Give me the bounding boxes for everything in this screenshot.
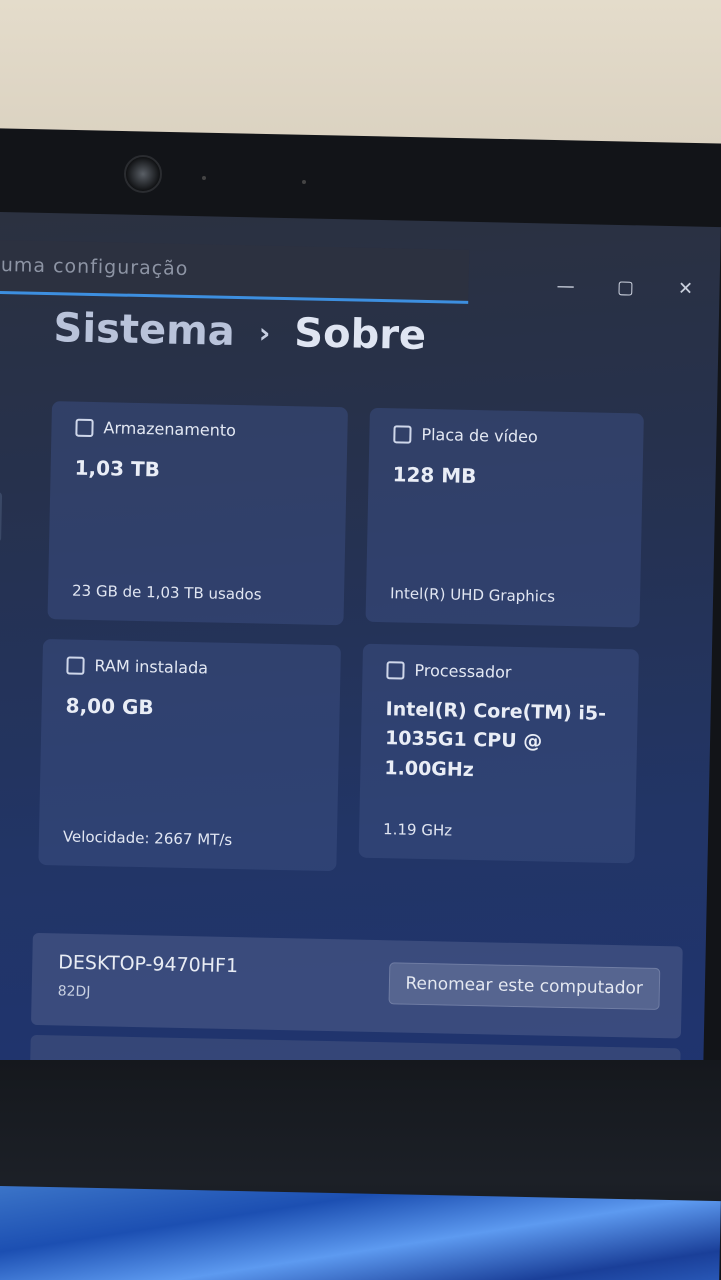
search-input[interactable]: uma configuração	[0, 239, 470, 304]
gpu-detail: Intel(R) UHD Graphics	[389, 584, 556, 606]
minimize-icon[interactable]: —	[555, 276, 575, 297]
gpu-value: 128 MB	[392, 462, 477, 489]
window-controls: — ▢ ✕	[555, 276, 695, 300]
storage-value: 1,03 TB	[74, 455, 161, 482]
cpu-value: Intel(R) Core(TM) i5-1035G1 CPU @ 1.00GH…	[384, 698, 607, 781]
close-icon[interactable]: ✕	[675, 278, 695, 299]
cpu-title: Processador	[414, 660, 512, 682]
storage-title: Armazenamento	[103, 418, 237, 440]
gpu-card[interactable]: Placa de vídeo 128 MB Intel(R) UHD Graph…	[365, 407, 644, 628]
gpu-title: Placa de vídeo	[421, 424, 538, 447]
sensor-dot	[202, 176, 206, 180]
webcam-icon	[124, 155, 162, 193]
device-name-panel: DESKTOP-9470HF1 82DJ Renomear este compu…	[30, 932, 683, 1039]
sensor-dot	[302, 180, 306, 184]
storage-card[interactable]: Armazenamento 1,03 TB 23 GB de 1,03 TB u…	[47, 401, 348, 626]
cpu-detail: 1.19 GHz	[382, 820, 453, 840]
ram-value: 8,00 GB	[65, 693, 154, 720]
chevron-right-icon: ›	[258, 315, 271, 350]
maximize-icon[interactable]: ▢	[615, 277, 635, 298]
ram-title: RAM instalada	[94, 656, 209, 678]
page-title: Sobre	[293, 310, 427, 359]
breadcrumb: Sistema › Sobre	[53, 305, 426, 359]
second-monitor-wallpaper	[0, 1186, 721, 1280]
breadcrumb-system[interactable]: Sistema	[53, 305, 235, 355]
gpu-icon	[393, 424, 412, 444]
settings-window: uma configuração — ▢ ✕ Sistema › Sobre A…	[0, 212, 721, 1089]
cpu-card[interactable]: Processador Intel(R) Core(TM) i5-1035G1 …	[358, 643, 639, 864]
rename-computer-button[interactable]: Renomear este computador	[387, 962, 661, 1010]
ram-card[interactable]: RAM instalada 8,00 GB Velocidade: 2667 M…	[38, 638, 342, 872]
storage-icon	[75, 418, 94, 437]
ram-detail: Velocidade: 2667 MT/s	[62, 827, 233, 849]
cpu-icon	[386, 660, 405, 680]
storage-detail: 23 GB de 1,03 TB usados	[71, 581, 262, 604]
nav-indicator	[0, 491, 3, 543]
ram-icon	[66, 655, 85, 675]
